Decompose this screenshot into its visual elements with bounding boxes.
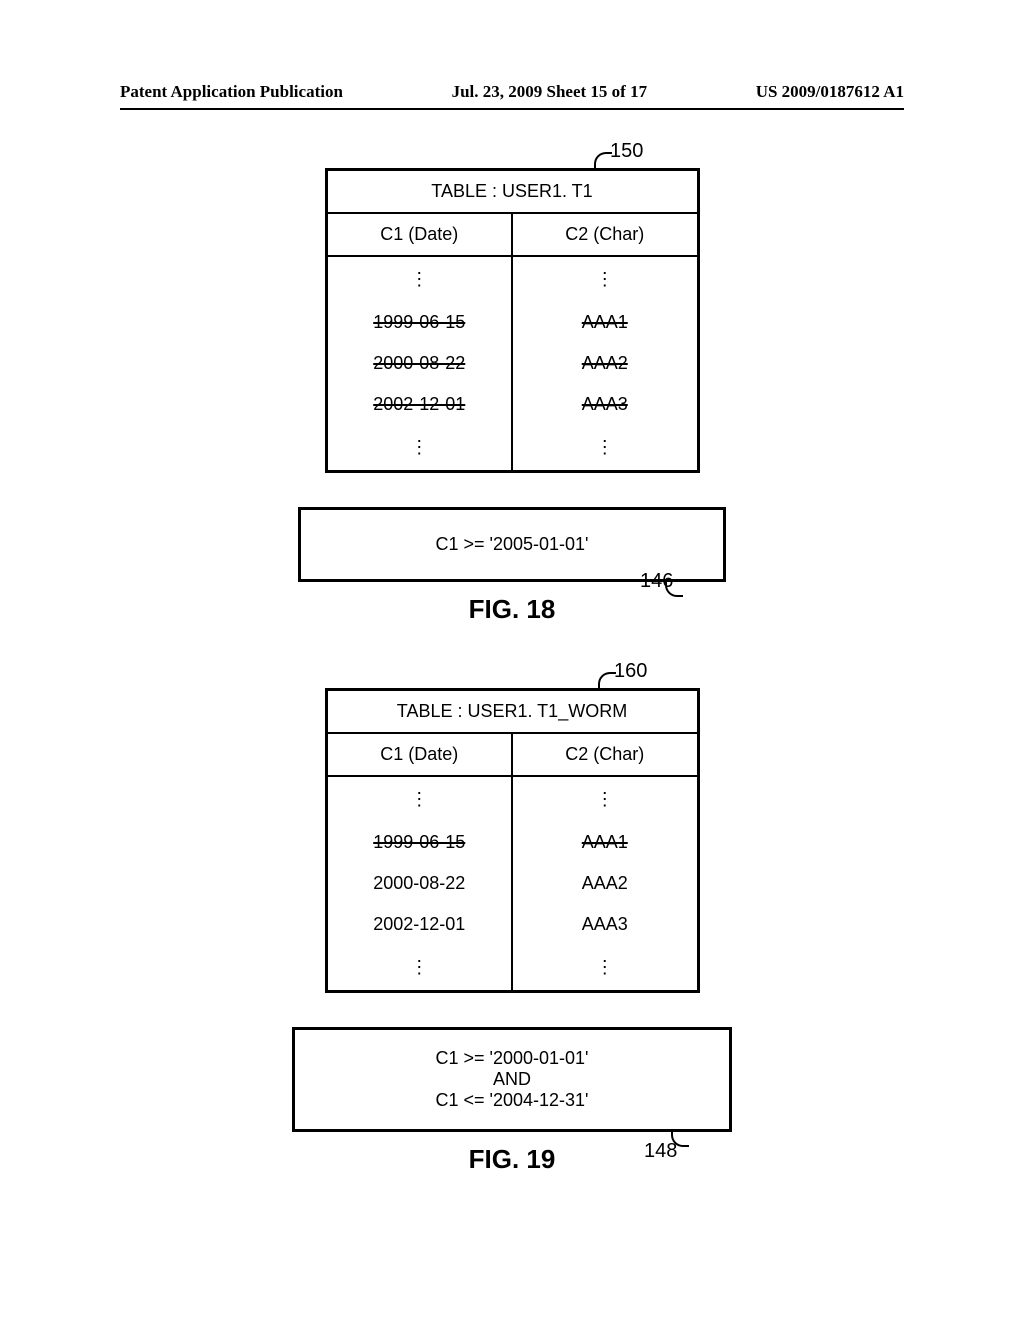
fig-19-caption: FIG. 19 <box>0 1144 1024 1175</box>
cell-c1: 2002-12-01 <box>373 914 465 934</box>
ref-label-148: 148 <box>644 1140 677 1163</box>
ref-label-160: 160 <box>614 660 647 683</box>
ellipsis-icon <box>512 256 698 302</box>
ref-label-146: 146 <box>640 570 673 593</box>
cell-c2: AAA2 <box>582 873 628 893</box>
ellipsis-icon <box>512 945 698 992</box>
table-title: TABLE : USER1. T1 <box>326 170 698 214</box>
table-150: TABLE : USER1. T1 C1 (Date) C2 (Char) 19… <box>325 168 700 473</box>
condition-box-148: C1 >= '2000-01-01' AND C1 <= '2004-12-31… <box>292 1027 732 1132</box>
cell-c1: 1999-06-15 <box>373 832 465 852</box>
cell-c1: 2000-08-22 <box>373 353 465 373</box>
table-150-wrap: TABLE : USER1. T1 C1 (Date) C2 (Char) 19… <box>325 168 700 473</box>
condition-line: AND <box>325 1069 699 1090</box>
cell-c1: 1999-06-15 <box>373 312 465 332</box>
col-header-c1: C1 (Date) <box>326 213 512 256</box>
header-left: Patent Application Publication <box>120 82 343 102</box>
fig-18-block: 150 TABLE : USER1. T1 C1 (Date) C2 (Char… <box>0 168 1024 625</box>
col-header-c2: C2 (Char) <box>512 733 698 776</box>
condition-text: C1 >= '2005-01-01' <box>436 534 589 554</box>
ellipsis-icon <box>326 776 512 822</box>
cell-c2: AAA1 <box>582 312 628 332</box>
cell-c2: AAA3 <box>582 394 628 414</box>
fig-19-block: 160 TABLE : USER1. T1_WORM C1 (Date) C2 … <box>0 688 1024 1175</box>
ellipsis-icon <box>512 425 698 472</box>
header-right: US 2009/0187612 A1 <box>756 82 904 102</box>
ellipsis-icon <box>326 256 512 302</box>
header-rule <box>120 108 904 110</box>
ref-label-150: 150 <box>610 140 643 163</box>
ellipsis-icon <box>326 945 512 992</box>
table-160: TABLE : USER1. T1_WORM C1 (Date) C2 (Cha… <box>325 688 700 993</box>
ellipsis-icon <box>512 776 698 822</box>
cell-c1: 2000-08-22 <box>373 873 465 893</box>
fig-18-caption: FIG. 18 <box>0 594 1024 625</box>
cell-c2: AAA2 <box>582 353 628 373</box>
ellipsis-icon <box>326 425 512 472</box>
header-center: Jul. 23, 2009 Sheet 15 of 17 <box>452 82 648 102</box>
condition-line: C1 >= '2000-01-01' <box>325 1048 699 1069</box>
cell-c1: 2002-12-01 <box>373 394 465 414</box>
condition-line: C1 <= '2004-12-31' <box>325 1090 699 1111</box>
cell-c2: AAA3 <box>582 914 628 934</box>
cell-c2: AAA1 <box>582 832 628 852</box>
page-header: Patent Application Publication Jul. 23, … <box>120 82 904 102</box>
col-header-c1: C1 (Date) <box>326 733 512 776</box>
table-160-wrap: TABLE : USER1. T1_WORM C1 (Date) C2 (Cha… <box>325 688 700 993</box>
col-header-c2: C2 (Char) <box>512 213 698 256</box>
table-title: TABLE : USER1. T1_WORM <box>326 690 698 734</box>
